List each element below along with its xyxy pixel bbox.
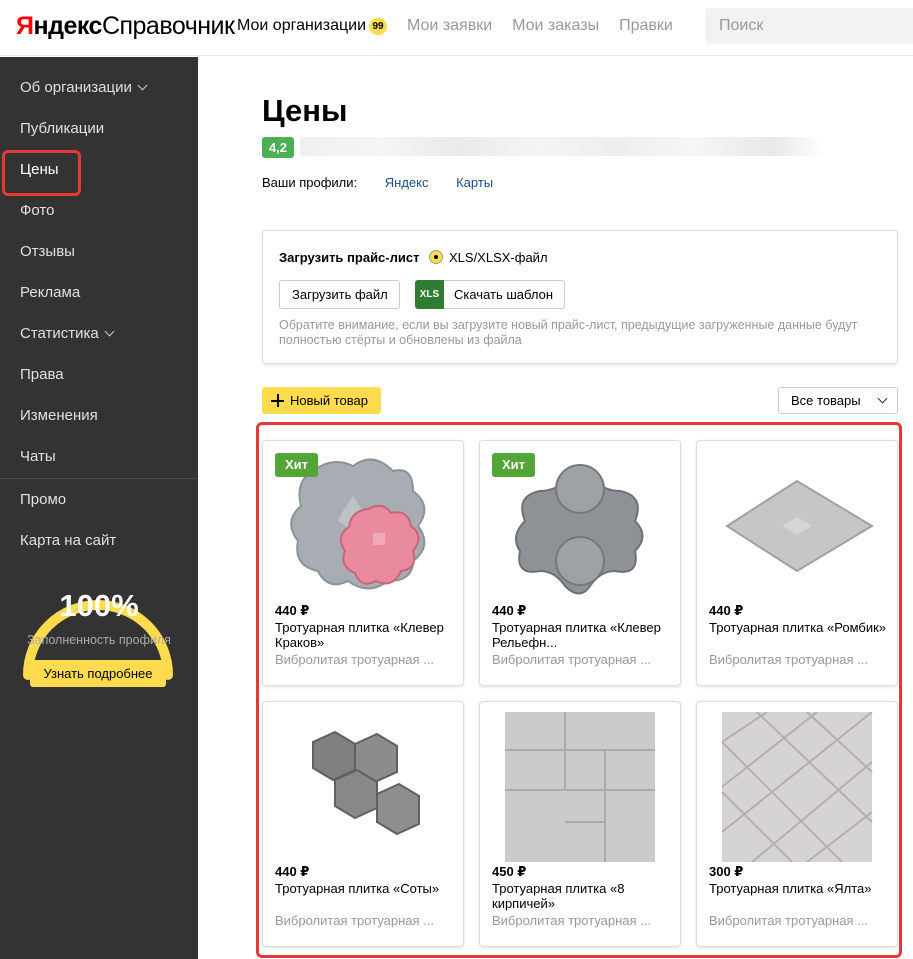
search-input[interactable] (705, 8, 913, 44)
sidebar-item-about[interactable]: Об организации (20, 79, 148, 96)
product-price: 440 ₽ (275, 864, 310, 879)
rating-badge: 4,2 (262, 137, 294, 158)
nav-my-requests[interactable]: Мои заявки (407, 17, 492, 35)
new-item-button[interactable]: Новый товар (262, 387, 381, 414)
upload-file-button[interactable]: Загрузить файл (279, 280, 400, 309)
product-title: Тротуарная плитка «Клевер Рельефн... (492, 620, 661, 650)
blurred-organization-name (300, 137, 825, 156)
product-price: 300 ₽ (709, 864, 744, 879)
product-price: 440 ₽ (709, 603, 744, 618)
product-card[interactable]: 440 ₽ Тротуарная плитка «Соты» Вибролита… (262, 701, 464, 947)
product-title: Тротуарная плитка «Ялта» (709, 881, 872, 896)
new-item-label: Новый товар (290, 393, 368, 408)
product-description: Вибролитая тротуарная ... (275, 913, 435, 928)
product-description: Вибролитая тротуарная ... (709, 913, 869, 928)
sidebar-item-chats[interactable]: Чаты (20, 448, 56, 465)
sidebar-item-publications[interactable]: Публикации (20, 120, 104, 137)
sidebar-item-label: Об организации (20, 79, 132, 96)
product-card[interactable]: 300 ₽ Тротуарная плитка «Ялта» Вибролита… (696, 701, 898, 947)
format-radio[interactable] (429, 250, 443, 264)
header: ЯндексСправочник Мои организации 99 Мои … (0, 0, 913, 56)
rhombus-tile-image (725, 479, 874, 573)
items-filter-select[interactable]: Все товары (778, 387, 898, 414)
product-price: 440 ₽ (275, 603, 310, 618)
product-description: Вибролитая тротуарная ... (275, 652, 435, 667)
download-template-button[interactable]: XLS Скачать шаблон (415, 280, 565, 309)
product-card[interactable]: Хит 440 ₽ Тротуарная плитка «Клевер Рель… (479, 440, 681, 686)
product-title: Тротуарная плитка «Соты» (275, 881, 440, 896)
product-price: 440 ₽ (492, 603, 527, 618)
sidebar-item-ads[interactable]: Реклама (20, 284, 80, 301)
format-radio-label[interactable]: XLS/XLSX-файл (449, 250, 548, 265)
chevron-down-icon (104, 326, 115, 337)
product-card[interactable]: 450 ₽ Тротуарная плитка «8 кирпичей» Виб… (479, 701, 681, 947)
sidebar-item-changes[interactable]: Изменения (20, 407, 98, 424)
product-description: Вибролитая тротуарная ... (492, 652, 652, 667)
logo[interactable]: ЯндексСправочник (16, 12, 235, 41)
sidebar-item-promo[interactable]: Промо (20, 491, 66, 508)
chevron-down-icon (877, 393, 888, 404)
logo-red-letter: Я (16, 12, 34, 40)
profile-fill-value: 100% (59, 588, 139, 623)
sidebar-divider (0, 478, 198, 479)
count-badge: 99 (369, 17, 388, 35)
upload-label: Загрузить прайс-лист (279, 250, 420, 265)
product-description: Вибролитая тротуарная ... (492, 913, 652, 928)
honeycomb-tile-image (312, 730, 420, 836)
sidebar-item-map-widget[interactable]: Карта на сайт (20, 532, 116, 549)
nav-my-orders[interactable]: Мои заказы (512, 17, 599, 35)
product-title: Тротуарная плитка «Клевер Краков» (275, 620, 444, 650)
hit-badge: Хит (275, 453, 319, 477)
plus-icon (271, 394, 284, 407)
sidebar: Об организации Публикации Цены Фото Отзы… (0, 57, 198, 959)
product-title: Тротуарная плитка «Ромбик» (709, 620, 886, 635)
profile-link-maps[interactable]: Карты (456, 175, 493, 190)
profile-fill-label: Заполненность профиля (27, 633, 171, 647)
page-title: Цены (262, 93, 348, 128)
logo-service: Справочник (101, 12, 235, 40)
product-price: 450 ₽ (492, 864, 527, 879)
product-title: Тротуарная плитка «8 кирпичей» (492, 881, 625, 911)
sidebar-item-prices[interactable]: Цены (20, 161, 59, 178)
nav-label: Мои организации (237, 17, 367, 34)
items-filter-value: Все товары (791, 393, 861, 408)
sidebar-item-photos[interactable]: Фото (20, 202, 54, 219)
profile-link-yandex[interactable]: Яндекс (385, 175, 429, 190)
nav-my-organizations[interactable]: Мои организации 99 (237, 17, 388, 35)
product-card[interactable]: Хит 440 ₽ Тротуарная плитка «Клевер Крак… (262, 440, 464, 686)
learn-more-button[interactable]: Узнать подробнее (30, 660, 166, 687)
chevron-down-icon (137, 80, 148, 91)
sidebar-item-label: Статистика (20, 325, 99, 342)
xls-file-icon: XLS (415, 280, 444, 309)
product-description: Вибролитая тротуарная ... (709, 652, 869, 667)
yalta-tile-image (721, 712, 873, 862)
nav-edits[interactable]: Правки (619, 17, 673, 35)
sidebar-item-reviews[interactable]: Отзывы (20, 243, 75, 260)
brick-tile-image (505, 712, 655, 862)
hit-badge: Хит (492, 453, 536, 477)
product-card[interactable]: 440 ₽ Тротуарная плитка «Ромбик» Виброли… (696, 440, 898, 686)
top-nav: Мои организации 99 Мои заявки Мои заказы… (237, 17, 693, 35)
price-list-upload-panel: Загрузить прайс-лист XLS/XLSX-файл Загру… (262, 230, 898, 364)
sidebar-item-stats[interactable]: Статистика (20, 325, 115, 342)
logo-brand: ндекс (33, 12, 102, 40)
sidebar-item-rights[interactable]: Права (20, 366, 64, 383)
download-template-label: Скачать шаблон (454, 287, 554, 302)
profiles-label: Ваши профили: (262, 175, 358, 190)
profiles-row: Ваши профили: Яндекс Карты (262, 175, 493, 190)
upload-warning-note: Обратите внимание, если вы загрузите нов… (279, 318, 858, 347)
